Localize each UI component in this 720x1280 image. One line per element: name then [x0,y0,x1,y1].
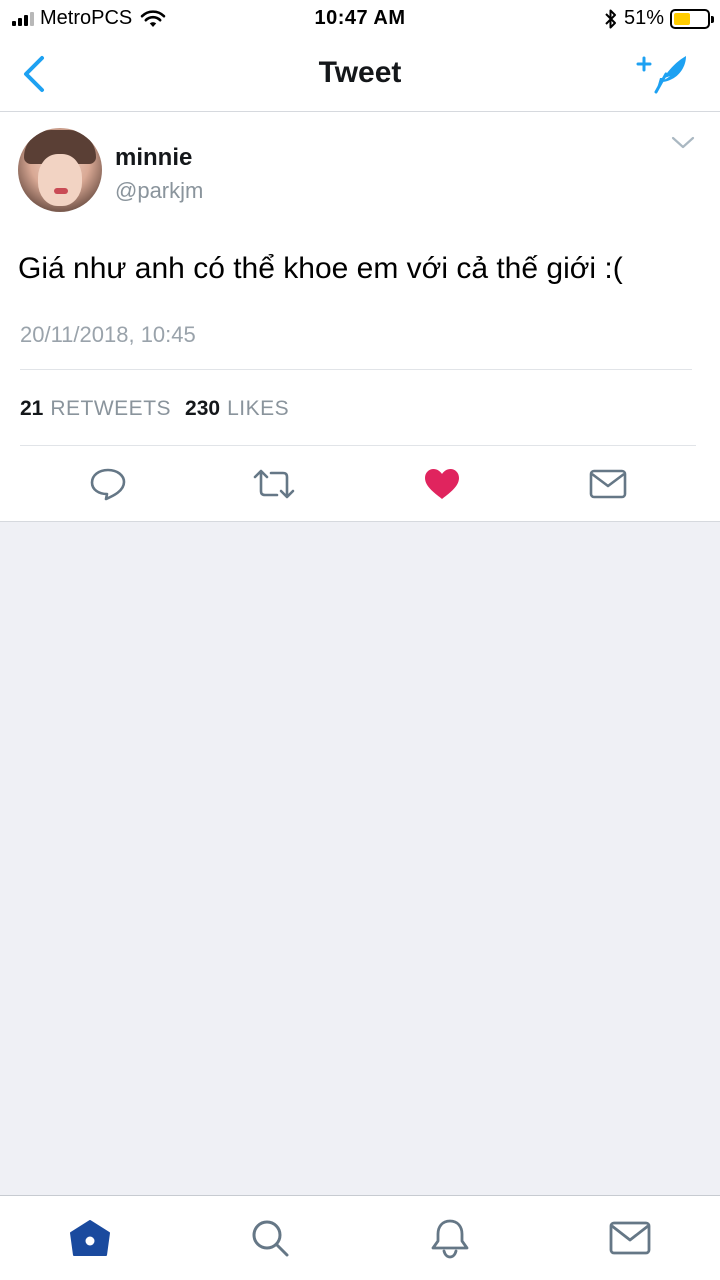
battery-percent: 51% [623,7,664,29]
status-right: 51% [604,7,714,30]
tab-bar [0,1195,720,1280]
author-handle[interactable]: @parkjm [115,178,203,204]
reply-icon [90,468,126,501]
page-title: Tweet [318,56,402,89]
author-display-name[interactable]: minnie [115,144,192,172]
tweet-actions [0,462,720,508]
retweet-button[interactable] [252,462,296,506]
retweet-icon [253,469,295,499]
likes-label[interactable]: LIKES [227,397,289,421]
chevron-down-icon[interactable] [670,134,696,152]
likes-count[interactable]: 230 [185,397,220,421]
tweet-stats: 21 RETWEETS 230 LIKES [20,397,303,421]
like-heart-icon [425,469,459,499]
tweet-text: Giá như anh có thể khoe em với cả thế gi… [18,252,623,285]
tab-search[interactable] [248,1216,292,1260]
bluetooth-icon [605,9,616,28]
battery-fill [674,12,691,25]
status-bar: MetroPCS 10:47 AM 51% [0,0,720,38]
retweets-count[interactable]: 21 [20,397,43,421]
nav-bar: Tweet [0,38,720,112]
divider [20,445,696,446]
tweet-card: minnie @parkjm Giá như anh có thể khoe e… [0,112,720,522]
tab-messages[interactable] [608,1216,652,1260]
like-button[interactable] [420,462,464,506]
tab-home[interactable] [68,1216,112,1260]
compose-feather-icon[interactable] [636,52,690,96]
retweets-label[interactable]: RETWEETS [50,397,171,421]
divider [20,369,692,370]
battery-icon [670,8,714,29]
tweet-timestamp: 20/11/2018, 10:45 [20,322,196,347]
home-icon [70,1220,110,1256]
avatar[interactable] [18,128,102,212]
direct-message-button[interactable] [586,462,630,506]
search-icon [252,1220,289,1257]
notifications-bell-icon [431,1219,469,1259]
messages-envelope-icon [609,1221,651,1255]
reply-button[interactable] [86,462,130,506]
tab-notifications[interactable] [428,1216,472,1260]
direct-message-icon [589,469,627,499]
